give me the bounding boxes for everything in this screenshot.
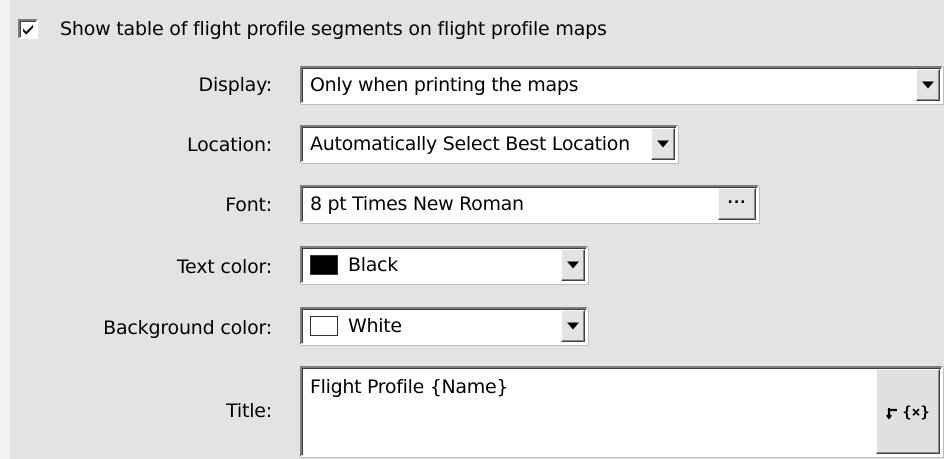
background-color-label: Background color: bbox=[103, 317, 272, 339]
text-color-dropdown[interactable]: Black bbox=[300, 246, 588, 284]
chevron-down-icon bbox=[567, 322, 579, 330]
panel-edge bbox=[0, 0, 10, 459]
font-field[interactable]: 8 pt Times New Roman ··· bbox=[300, 185, 759, 223]
text-color-label: Text color: bbox=[176, 256, 272, 278]
title-value: Flight Profile {Name} bbox=[310, 376, 509, 398]
font-label: Font: bbox=[225, 194, 272, 216]
insert-arrow-icon bbox=[886, 407, 898, 419]
title-textarea[interactable]: Flight Profile {Name} {×} bbox=[300, 366, 943, 457]
insert-variable-button[interactable]: {×} bbox=[876, 369, 940, 454]
text-color-dropdown-button[interactable] bbox=[561, 249, 585, 281]
display-dropdown[interactable]: Only when printing the maps bbox=[300, 66, 943, 104]
show-table-checkbox[interactable] bbox=[18, 19, 38, 39]
display-label: Display: bbox=[198, 74, 273, 96]
display-value: Only when printing the maps bbox=[310, 74, 579, 96]
location-label: Location: bbox=[187, 134, 272, 156]
title-label: Title: bbox=[226, 400, 272, 422]
settings-panel: Show table of flight profile segments on… bbox=[0, 0, 944, 459]
chevron-down-icon bbox=[922, 81, 934, 89]
checkmark-icon bbox=[23, 24, 33, 35]
show-table-label[interactable]: Show table of flight profile segments on… bbox=[60, 18, 607, 40]
variable-braces-icon: {×} bbox=[902, 402, 930, 421]
background-color-swatch bbox=[310, 316, 338, 336]
location-dropdown[interactable]: Automatically Select Best Location bbox=[300, 125, 678, 163]
location-value: Automatically Select Best Location bbox=[310, 133, 630, 155]
chevron-down-icon bbox=[567, 261, 579, 269]
background-color-dropdown-button[interactable] bbox=[561, 310, 585, 342]
background-color-dropdown[interactable]: White bbox=[300, 307, 588, 345]
ellipsis-icon: ··· bbox=[727, 194, 747, 211]
font-value: 8 pt Times New Roman bbox=[310, 193, 524, 215]
display-dropdown-button[interactable] bbox=[916, 69, 940, 101]
text-color-value: Black bbox=[348, 254, 398, 276]
background-color-value: White bbox=[348, 315, 402, 337]
show-table-row[interactable]: Show table of flight profile segments on… bbox=[18, 14, 607, 44]
font-browse-button[interactable]: ··· bbox=[718, 188, 756, 220]
text-color-swatch bbox=[310, 255, 338, 275]
location-dropdown-button[interactable] bbox=[651, 128, 675, 160]
chevron-down-icon bbox=[657, 140, 669, 148]
